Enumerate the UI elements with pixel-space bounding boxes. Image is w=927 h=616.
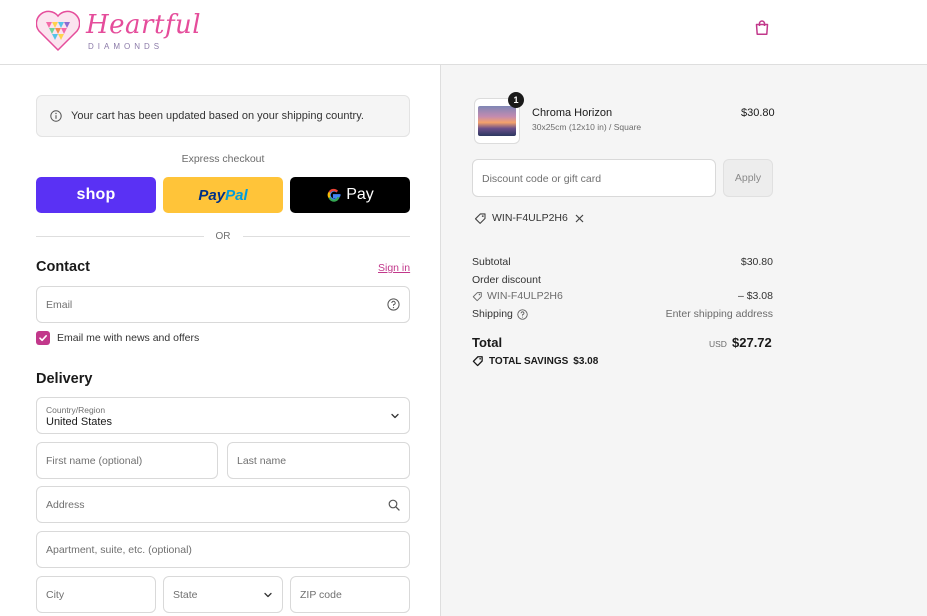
email-field[interactable]: Email: [36, 286, 410, 323]
first-name-placeholder: First name (optional): [46, 455, 143, 467]
applied-discount-code: WIN-F4ULP2H6: [492, 212, 568, 224]
email-placeholder: Email: [46, 299, 73, 311]
paypal-button[interactable]: Pay Pal: [163, 177, 283, 213]
apartment-field[interactable]: Apartment, suite, etc. (optional): [36, 531, 410, 568]
shipping-row: Shipping Enter shipping address: [472, 308, 773, 320]
header: Heartful DIAMONDS: [0, 0, 927, 65]
divider-line: [36, 235, 204, 237]
zip-field[interactable]: ZIP code: [290, 576, 410, 613]
help-circle-icon: [387, 298, 400, 311]
discount-code-input[interactable]: Discount code or gift card: [472, 159, 716, 197]
remove-discount-button[interactable]: [575, 214, 584, 223]
paypal-pal-label: Pal: [225, 186, 248, 204]
notice-text: Your cart has been updated based on your…: [71, 110, 364, 122]
or-divider: OR: [36, 229, 410, 243]
shipping-value: Enter shipping address: [665, 308, 773, 320]
newsletter-label: Email me with news and offers: [57, 332, 200, 344]
shop-pay-label: shop: [76, 186, 116, 203]
express-checkout-label: Express checkout: [181, 153, 265, 165]
product-variant: 30x25cm (12x10 in) / Square: [532, 122, 642, 132]
product-name: Chroma Horizon: [532, 107, 613, 119]
apartment-placeholder: Apartment, suite, etc. (optional): [46, 544, 192, 556]
email-help-button[interactable]: [387, 298, 400, 314]
country-value: United States: [46, 416, 113, 428]
close-icon: [575, 214, 584, 222]
subtotal-value: $30.80: [740, 256, 773, 268]
logo-wordmark: Heartful: [86, 10, 202, 40]
country-label: Country/Region: [46, 405, 106, 415]
checkmark-icon: [39, 335, 47, 342]
divider-line: [242, 235, 410, 237]
newsletter-checkbox[interactable]: [36, 331, 50, 345]
checkout-form: Your cart has been updated based on your…: [0, 65, 440, 616]
subtotal-label: Subtotal: [472, 256, 511, 268]
store-logo[interactable]: Heartful DIAMONDS: [36, 8, 201, 54]
sign-in-link[interactable]: Sign in: [378, 262, 410, 274]
total-label: Total: [472, 335, 503, 350]
cart-updated-notice: Your cart has been updated based on your…: [36, 95, 410, 137]
google-g-icon: [327, 188, 341, 202]
quantity-badge: 1: [508, 92, 524, 108]
state-select[interactable]: State: [163, 576, 283, 613]
address-field[interactable]: Address: [36, 486, 410, 523]
order-summary: 1 Chroma Horizon 30x25cm (12x10 in) / Sq…: [440, 65, 927, 616]
last-name-placeholder: Last name: [237, 455, 287, 467]
savings-value: $3.08: [573, 355, 599, 367]
discount-placeholder: Discount code or gift card: [482, 173, 602, 185]
discount-code-row: WIN-F4ULP2H6 – $3.08: [472, 290, 773, 305]
summary-discount-code: WIN-F4ULP2H6: [487, 290, 563, 302]
savings-label: TOTAL SAVINGS: [489, 355, 569, 367]
tag-icon: [472, 356, 483, 367]
shopping-bag-icon: [755, 19, 769, 35]
city-placeholder: City: [46, 589, 65, 601]
heart-diamond-logo-icon: [36, 10, 80, 52]
info-icon: [50, 110, 62, 122]
address-search-button[interactable]: [388, 499, 400, 514]
total-savings: TOTAL SAVINGS $3.08: [472, 355, 598, 367]
google-pay-label: Pay: [346, 186, 374, 203]
applied-discount-chip: WIN-F4ULP2H6: [474, 209, 584, 227]
product-price: $30.80: [741, 107, 775, 119]
product-image: [478, 106, 516, 136]
help-circle-icon[interactable]: [517, 308, 528, 320]
delivery-title: Delivery: [36, 371, 93, 387]
state-placeholder: State: [173, 589, 198, 601]
discount-value: – $3.08: [737, 290, 773, 302]
chevron-down-icon: [264, 592, 272, 598]
zip-placeholder: ZIP code: [300, 589, 342, 601]
country-dropdown-toggle[interactable]: [390, 411, 400, 424]
last-name-field[interactable]: Last name: [227, 442, 410, 479]
or-label: OR: [215, 230, 231, 242]
apply-discount-button[interactable]: Apply: [723, 159, 773, 197]
logo-subtitle: DIAMONDS: [88, 42, 164, 51]
shop-pay-button[interactable]: shop: [36, 177, 156, 213]
cart-button[interactable]: [751, 16, 773, 38]
first-name-field[interactable]: First name (optional): [36, 442, 218, 479]
subtotal-row: Subtotal $30.80: [472, 256, 773, 268]
shipping-label: Shipping: [472, 308, 513, 320]
total-value: $27.72: [732, 335, 772, 350]
chevron-down-icon: [391, 413, 399, 419]
city-field[interactable]: City: [36, 576, 156, 613]
newsletter-option[interactable]: Email me with news and offers: [36, 331, 199, 345]
total-currency: USD: [709, 339, 727, 349]
tag-icon: [472, 291, 482, 301]
order-discount-row: Order discount: [472, 274, 773, 286]
address-placeholder: Address: [46, 499, 85, 511]
country-select[interactable]: Country/Region United States: [36, 397, 410, 434]
contact-title: Contact: [36, 259, 90, 275]
paypal-pay-label: Pay: [198, 186, 226, 204]
tag-icon: [474, 212, 486, 224]
order-discount-label: Order discount: [472, 274, 541, 286]
search-icon: [388, 499, 400, 511]
state-dropdown-toggle[interactable]: [263, 590, 273, 603]
google-pay-button[interactable]: Pay: [290, 177, 410, 213]
